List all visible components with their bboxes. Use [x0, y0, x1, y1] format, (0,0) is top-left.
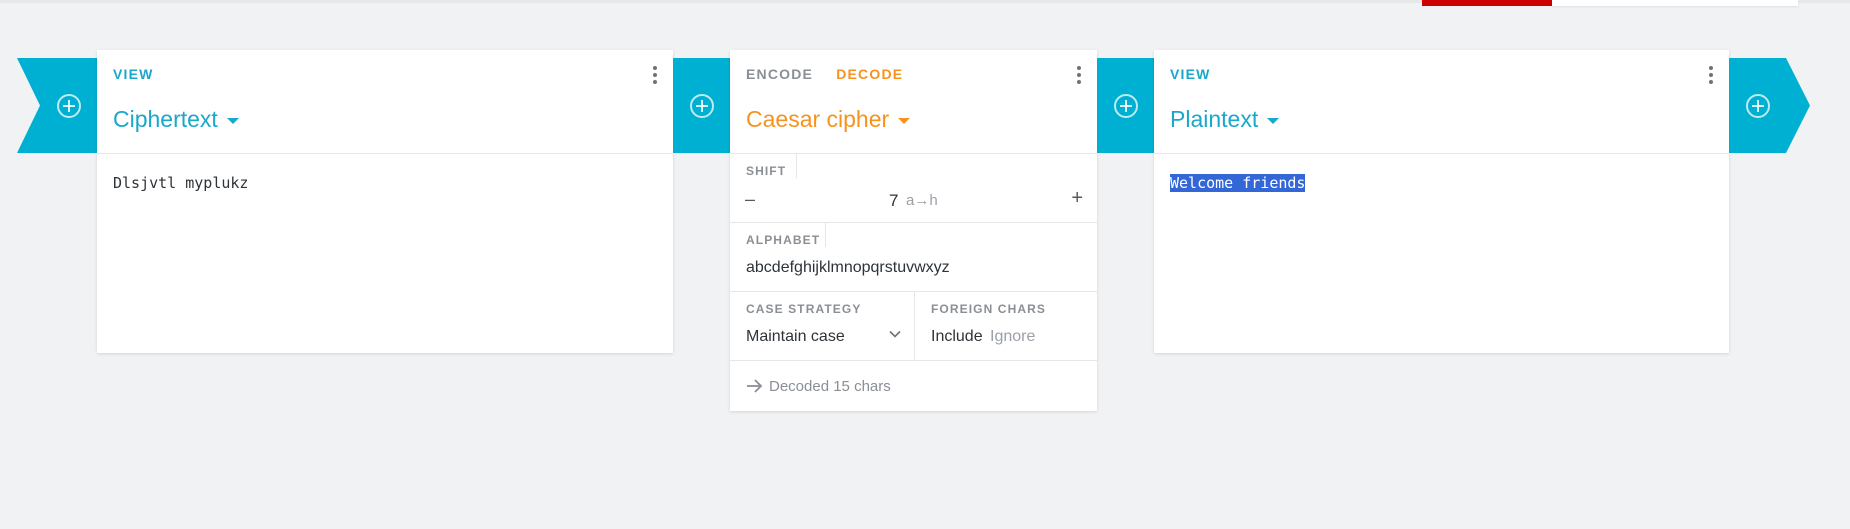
column-divider — [914, 292, 915, 360]
status-row: Decoded 15 chars — [730, 361, 1097, 411]
card-header: VIEW Plaintext — [1154, 50, 1729, 154]
card-title: Plaintext — [1170, 106, 1259, 132]
tab-decode[interactable]: DECODE — [836, 66, 903, 82]
ciphertext-view-card: VIEW Ciphertext Dlsjvtl myplukz — [97, 50, 673, 353]
plus-circle-icon[interactable] — [1114, 94, 1138, 118]
pipeline-end-connector[interactable] — [1729, 58, 1810, 153]
more-vert-icon[interactable] — [653, 66, 657, 84]
caret-down-icon — [226, 117, 239, 124]
shift-value[interactable]: 7 — [889, 191, 898, 211]
caret-down-icon — [898, 117, 911, 124]
tab-view[interactable]: VIEW — [1170, 66, 1211, 82]
card-title-dropdown[interactable]: Ciphertext — [113, 106, 239, 133]
card-title-dropdown[interactable]: Caesar cipher — [746, 106, 911, 133]
card-tabs: VIEW — [113, 66, 172, 82]
options-row: CASE STRATEGY Maintain case FOREIGN CHAR… — [730, 292, 1097, 361]
plus-circle-icon[interactable] — [57, 94, 81, 118]
card-tabs: VIEW — [1170, 66, 1229, 82]
shift-mapping-hint: a→h — [906, 192, 938, 209]
top-search-edge — [1552, 0, 1798, 6]
alphabet-field[interactable]: abcdefghijklmnopqrstuvwxyz — [746, 259, 950, 277]
plus-circle-icon[interactable] — [690, 94, 714, 118]
tab-view[interactable]: VIEW — [113, 66, 154, 82]
shift-setting: SHIFT – 7 a→h + — [730, 154, 1097, 223]
card-title: Caesar cipher — [746, 106, 890, 132]
ciphertext-content[interactable]: Dlsjvtl myplukz — [97, 154, 673, 212]
label-divider — [825, 223, 826, 247]
caret-down-icon — [1267, 117, 1280, 124]
top-accent-bar — [1422, 0, 1552, 6]
case-strategy-label: CASE STRATEGY — [746, 302, 862, 316]
pipeline-start-connector[interactable] — [17, 58, 99, 153]
arrow-right-icon — [747, 379, 763, 393]
foreign-chars-include-option[interactable]: Include — [931, 328, 983, 346]
pipeline-connector-2[interactable] — [1097, 58, 1154, 153]
pipeline-connector-1[interactable] — [673, 58, 730, 153]
tab-encode[interactable]: ENCODE — [746, 66, 813, 82]
card-header: VIEW Ciphertext — [97, 50, 673, 154]
status-text: Decoded 15 chars — [769, 378, 891, 395]
plaintext-content[interactable]: Welcome friends — [1154, 154, 1729, 212]
caesar-cipher-card: ENCODE DECODE Caesar cipher SHIFT – 7 a→… — [730, 50, 1097, 411]
chevron-down-icon[interactable] — [889, 328, 901, 340]
card-header: ENCODE DECODE Caesar cipher — [730, 50, 1097, 154]
alphabet-label: ALPHABET — [746, 233, 821, 247]
more-vert-icon[interactable] — [1077, 66, 1081, 84]
card-title: Ciphertext — [113, 106, 218, 132]
label-divider — [796, 154, 797, 178]
foreign-chars-ignore-option[interactable]: Ignore — [990, 328, 1035, 346]
case-strategy-select[interactable]: Maintain case — [746, 328, 845, 346]
foreign-chars-label: FOREIGN CHARS — [931, 302, 1046, 316]
alphabet-setting: ALPHABET abcdefghijklmnopqrstuvwxyz — [730, 223, 1097, 292]
selected-text[interactable]: Welcome friends — [1170, 174, 1306, 192]
increment-button[interactable]: + — [1071, 187, 1083, 210]
shift-label: SHIFT — [746, 164, 787, 178]
plus-circle-icon[interactable] — [1746, 94, 1770, 118]
more-vert-icon[interactable] — [1709, 66, 1713, 84]
plaintext-view-card: VIEW Plaintext Welcome friends — [1154, 50, 1729, 353]
card-title-dropdown[interactable]: Plaintext — [1170, 106, 1280, 133]
card-tabs: ENCODE DECODE — [746, 66, 921, 82]
decrement-button[interactable]: – — [745, 189, 755, 210]
